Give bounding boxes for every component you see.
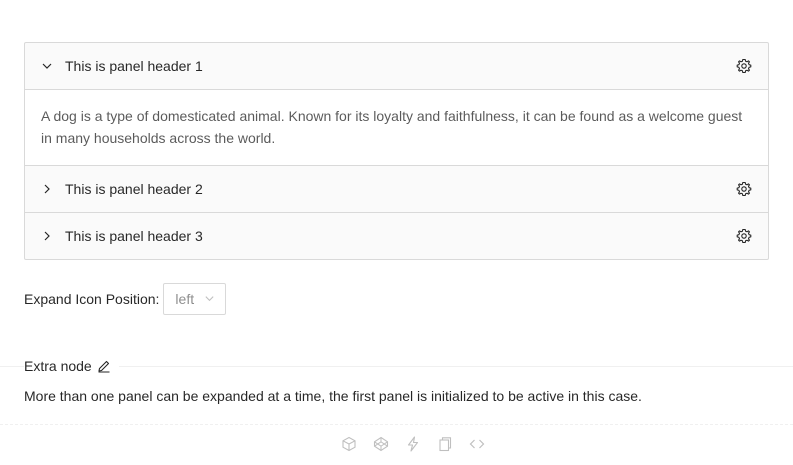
collapse-panel-3: This is panel header 3 <box>25 213 768 259</box>
gear-icon[interactable] <box>736 181 752 197</box>
codepen-icon[interactable] <box>373 436 389 452</box>
gear-icon[interactable] <box>736 58 752 74</box>
panel-header-2[interactable]: This is panel header 2 <box>25 166 768 212</box>
code-actions <box>341 436 485 452</box>
chevron-down-icon <box>41 60 53 72</box>
collapse-panel-2: This is panel header 2 <box>25 166 768 213</box>
chevron-right-icon <box>41 183 53 195</box>
expand-icon-position-label: Expand Icon Position: <box>24 291 160 307</box>
collapse: This is panel header 1 A dog is a type o… <box>24 42 769 260</box>
panel-header-1[interactable]: This is panel header 1 <box>25 43 768 89</box>
chevron-down-icon <box>204 291 215 307</box>
demo-divider <box>0 366 793 367</box>
demo-title-text: Extra node <box>24 358 92 374</box>
chevron-right-icon <box>41 230 53 242</box>
gear-icon[interactable] <box>736 228 752 244</box>
panel-header-1-title: This is panel header 1 <box>65 58 203 74</box>
copy-icon[interactable] <box>437 436 453 452</box>
expand-icon-position-select[interactable]: left <box>163 283 227 315</box>
panel-content-1: A dog is a type of domesticated animal. … <box>25 89 768 165</box>
panel-header-3-title: This is panel header 3 <box>65 228 203 244</box>
code-icon[interactable] <box>469 436 485 452</box>
collapse-panel-1: This is panel header 1 A dog is a type o… <box>25 43 768 166</box>
stackblitz-icon[interactable] <box>405 436 421 452</box>
panel-header-3[interactable]: This is panel header 3 <box>25 213 768 259</box>
expand-icon-position-row: Expand Icon Position: left <box>24 283 227 315</box>
demo-description: More than one panel can be expanded at a… <box>24 388 642 404</box>
edit-icon[interactable] <box>97 359 111 373</box>
demo-title: Extra node <box>24 358 119 374</box>
actions-divider <box>0 424 793 425</box>
panel-header-2-title: This is panel header 2 <box>65 181 203 197</box>
codesandbox-icon[interactable] <box>341 436 357 452</box>
expand-icon-position-value: left <box>175 291 195 307</box>
